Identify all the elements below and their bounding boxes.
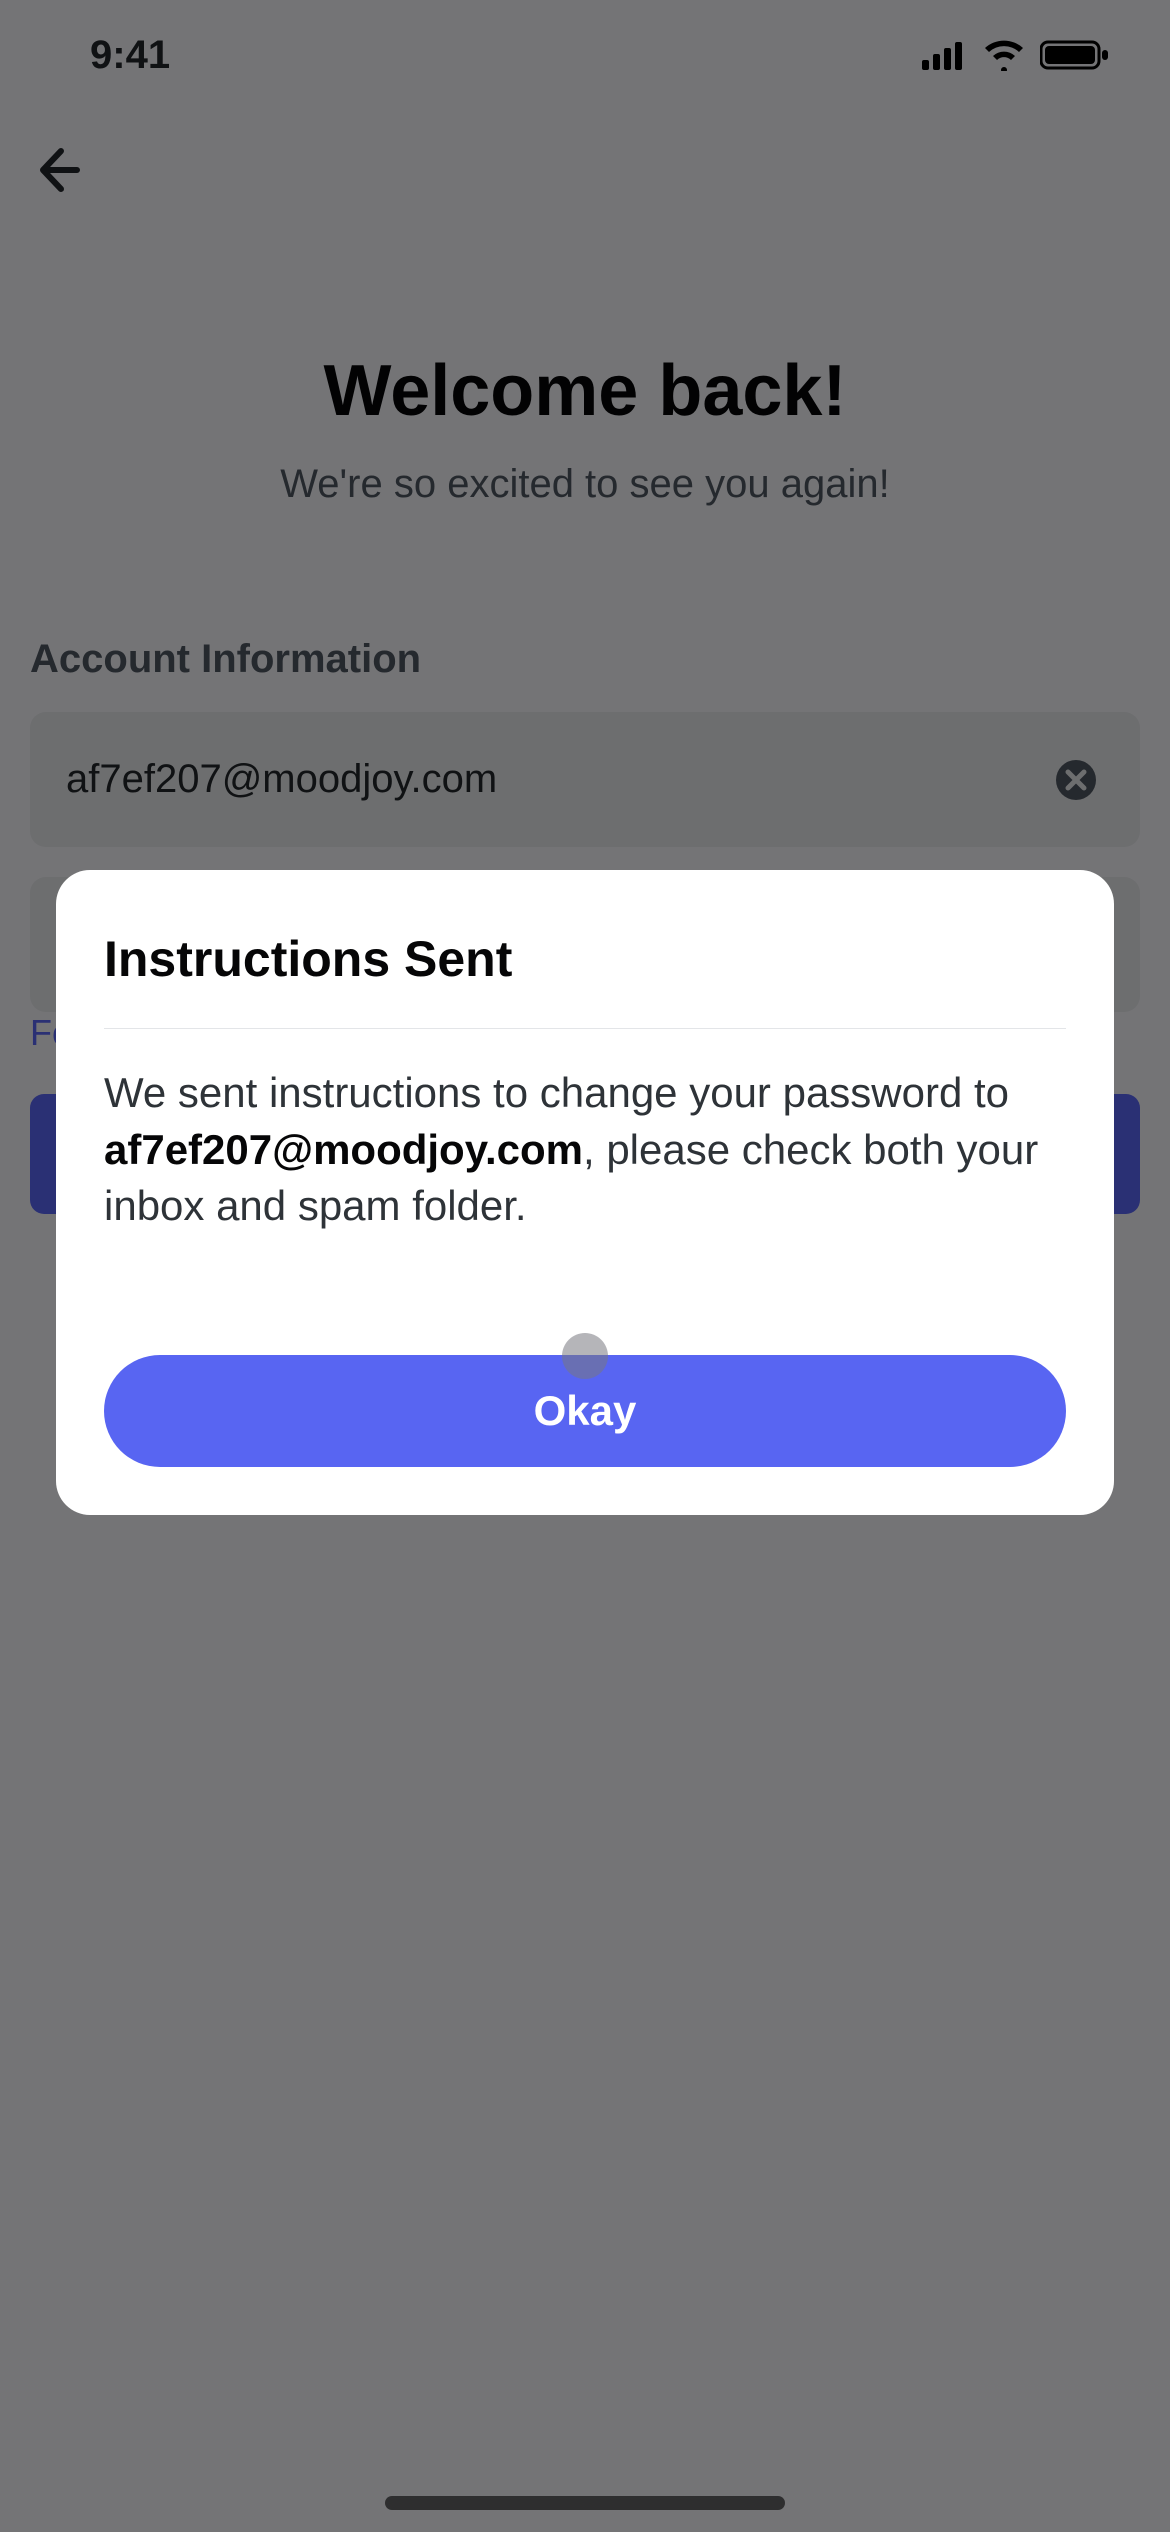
modal-body-email: af7ef207@moodjoy.com (104, 1126, 583, 1173)
instructions-sent-modal: Instructions Sent We sent instructions t… (56, 870, 1114, 1515)
okay-button-label: Okay (534, 1387, 637, 1434)
modal-divider (104, 1028, 1066, 1029)
modal-body: We sent instructions to change your pass… (104, 1065, 1066, 1235)
home-indicator[interactable] (385, 2496, 785, 2510)
okay-button[interactable]: Okay (104, 1355, 1066, 1467)
modal-body-prefix: We sent instructions to change your pass… (104, 1069, 1009, 1116)
modal-title: Instructions Sent (104, 930, 1066, 988)
touch-indicator-icon (562, 1333, 608, 1379)
